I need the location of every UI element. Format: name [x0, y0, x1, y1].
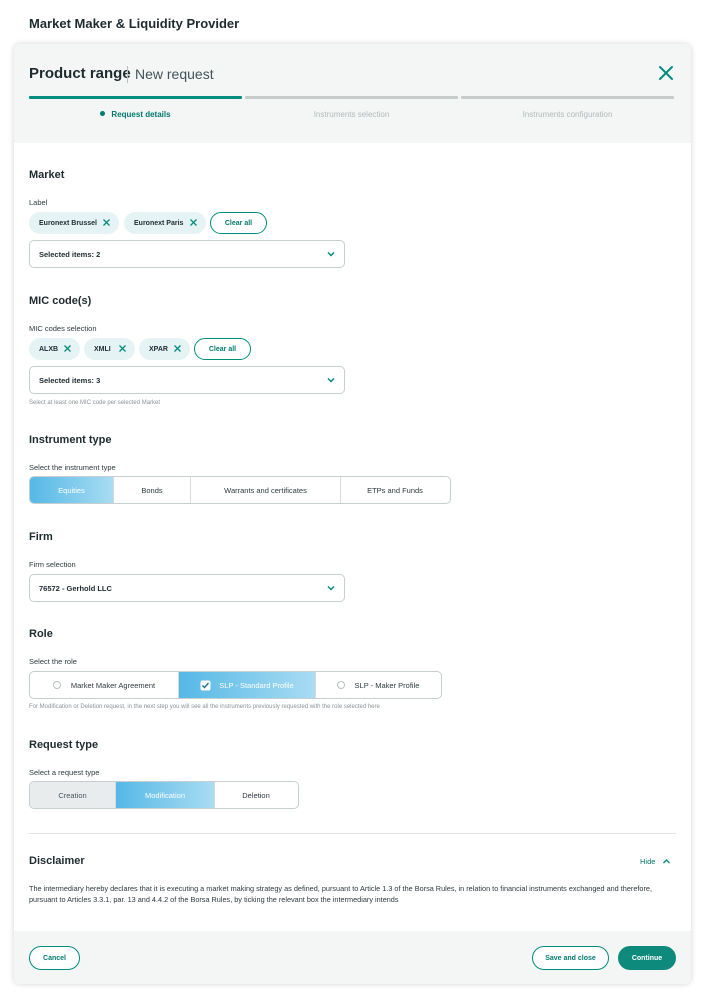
step-progress-2 [245, 96, 458, 99]
step-request-details[interactable]: Request details [29, 110, 242, 119]
mic-chip: ALXB [29, 338, 80, 360]
close-icon[interactable] [657, 64, 675, 82]
step-label: Instruments configuration [522, 110, 613, 119]
firm-section-title: Firm [29, 531, 53, 543]
mic-field-label: MIC codes selection [29, 324, 97, 333]
save-and-close-button[interactable]: Save and close [532, 946, 609, 970]
title-divider [127, 66, 128, 83]
remove-chip-icon[interactable] [118, 344, 127, 353]
radio-icon [52, 681, 61, 689]
instrument-field-label: Select the instrument type [29, 463, 116, 472]
remove-chip-icon[interactable] [173, 344, 182, 353]
disclaimer-text: The intermediary hereby declares that it… [29, 884, 653, 904]
modal-footer: Cancel Save and close Continue [14, 931, 691, 984]
mic-section-title: MIC code(s) [29, 295, 92, 307]
active-step-dot-icon [100, 111, 106, 117]
market-clear-all-button[interactable]: Clear all [210, 212, 267, 234]
continue-button[interactable]: Continue [618, 946, 676, 970]
role-section-title: Role [29, 628, 53, 640]
radio-icon [336, 681, 345, 689]
chip-label: ALXB [39, 345, 59, 353]
instrument-section-title: Instrument type [29, 434, 112, 446]
role-option-slp-maker[interactable]: SLP - Maker Profile [316, 672, 440, 698]
instrument-option-bonds[interactable]: Bonds [114, 477, 191, 503]
chevron-down-icon [327, 251, 335, 257]
instrument-option-warrants[interactable]: Warrants and certificates [191, 477, 341, 503]
role-helper-text: For Modification or Deletion request, in… [29, 704, 380, 710]
chip-label: Euronext Brussel [39, 219, 97, 227]
step-label: Request details [111, 110, 171, 119]
request-type-selector: Creation Modification Deletion [29, 781, 299, 809]
mic-clear-all-button[interactable]: Clear all [194, 338, 251, 360]
check-icon [200, 680, 211, 690]
instrument-type-selector: Equities Bonds Warrants and certificates… [29, 476, 451, 504]
remove-chip-icon[interactable] [102, 218, 111, 227]
chip-label: XMLI [94, 345, 111, 353]
market-section-title: Market [29, 169, 65, 181]
remove-chip-icon[interactable] [189, 218, 198, 227]
instrument-option-equities[interactable]: Equities [30, 477, 114, 503]
mic-chip: XMLI [84, 338, 135, 360]
cancel-button[interactable]: Cancel [29, 946, 80, 970]
firm-select-value: 76572 - Gerhold LLC [39, 584, 112, 593]
request-type-section-title: Request type [29, 739, 99, 751]
request-option-modification[interactable]: Modification [116, 782, 215, 808]
chevron-down-icon [327, 377, 335, 383]
mic-helper-text: Select at least one MIC code per selecte… [29, 400, 161, 406]
request-type-field-label: Select a request type [29, 768, 100, 777]
firm-field-label: Firm selection [29, 560, 76, 569]
disclaimer-title: Disclaimer [29, 855, 85, 867]
modal-title: Product range [29, 65, 131, 82]
request-option-deletion[interactable]: Deletion [215, 782, 297, 808]
step-instruments-configuration[interactable]: Instruments configuration [461, 110, 674, 119]
product-range-modal: Product range New request Request detail… [14, 44, 691, 984]
role-option-label: Market Maker Agreement [70, 680, 156, 690]
role-field-label: Select the role [29, 657, 77, 666]
market-chip: Euronext Brussel [29, 212, 119, 234]
market-select[interactable]: Selected items: 2 [29, 240, 345, 268]
section-divider [29, 833, 676, 834]
role-option-market-maker[interactable]: Market Maker Agreement [30, 672, 179, 698]
instrument-option-etps[interactable]: ETPs and Funds [341, 477, 449, 503]
mic-select[interactable]: Selected items: 3 [29, 366, 345, 394]
remove-chip-icon[interactable] [63, 344, 72, 353]
app-title: Market Maker & Liquidity Provider [29, 16, 240, 31]
market-field-label: Label [29, 198, 48, 207]
step-instruments-selection[interactable]: Instruments selection [245, 110, 458, 119]
role-option-label: SLP - Maker Profile [354, 680, 420, 690]
mic-chip: XPAR [139, 338, 190, 360]
chip-label: XPAR [149, 345, 168, 353]
market-chip: Euronext Paris [124, 212, 206, 234]
chevron-down-icon [327, 585, 335, 591]
hide-label: Hide [640, 857, 656, 866]
request-option-creation[interactable]: Creation [30, 782, 116, 808]
chip-label: Euronext Paris [134, 219, 184, 227]
firm-select[interactable]: 76572 - Gerhold LLC [29, 574, 345, 602]
chevron-up-icon [663, 859, 671, 864]
role-selector: Market Maker Agreement SLP - Standard Pr… [29, 671, 442, 699]
role-option-slp-standard[interactable]: SLP - Standard Profile [179, 672, 316, 698]
role-option-label: SLP - Standard Profile [219, 680, 294, 690]
step-progress-1 [29, 96, 242, 99]
mic-select-value: Selected items: 3 [39, 376, 101, 385]
disclaimer-hide-toggle[interactable]: Hide [640, 857, 671, 866]
modal-subtitle: New request [135, 66, 214, 82]
step-progress-3 [461, 96, 674, 99]
modal-header: Product range New request Request detail… [14, 44, 691, 143]
market-select-value: Selected items: 2 [39, 250, 101, 259]
step-label: Instruments selection [313, 110, 390, 119]
